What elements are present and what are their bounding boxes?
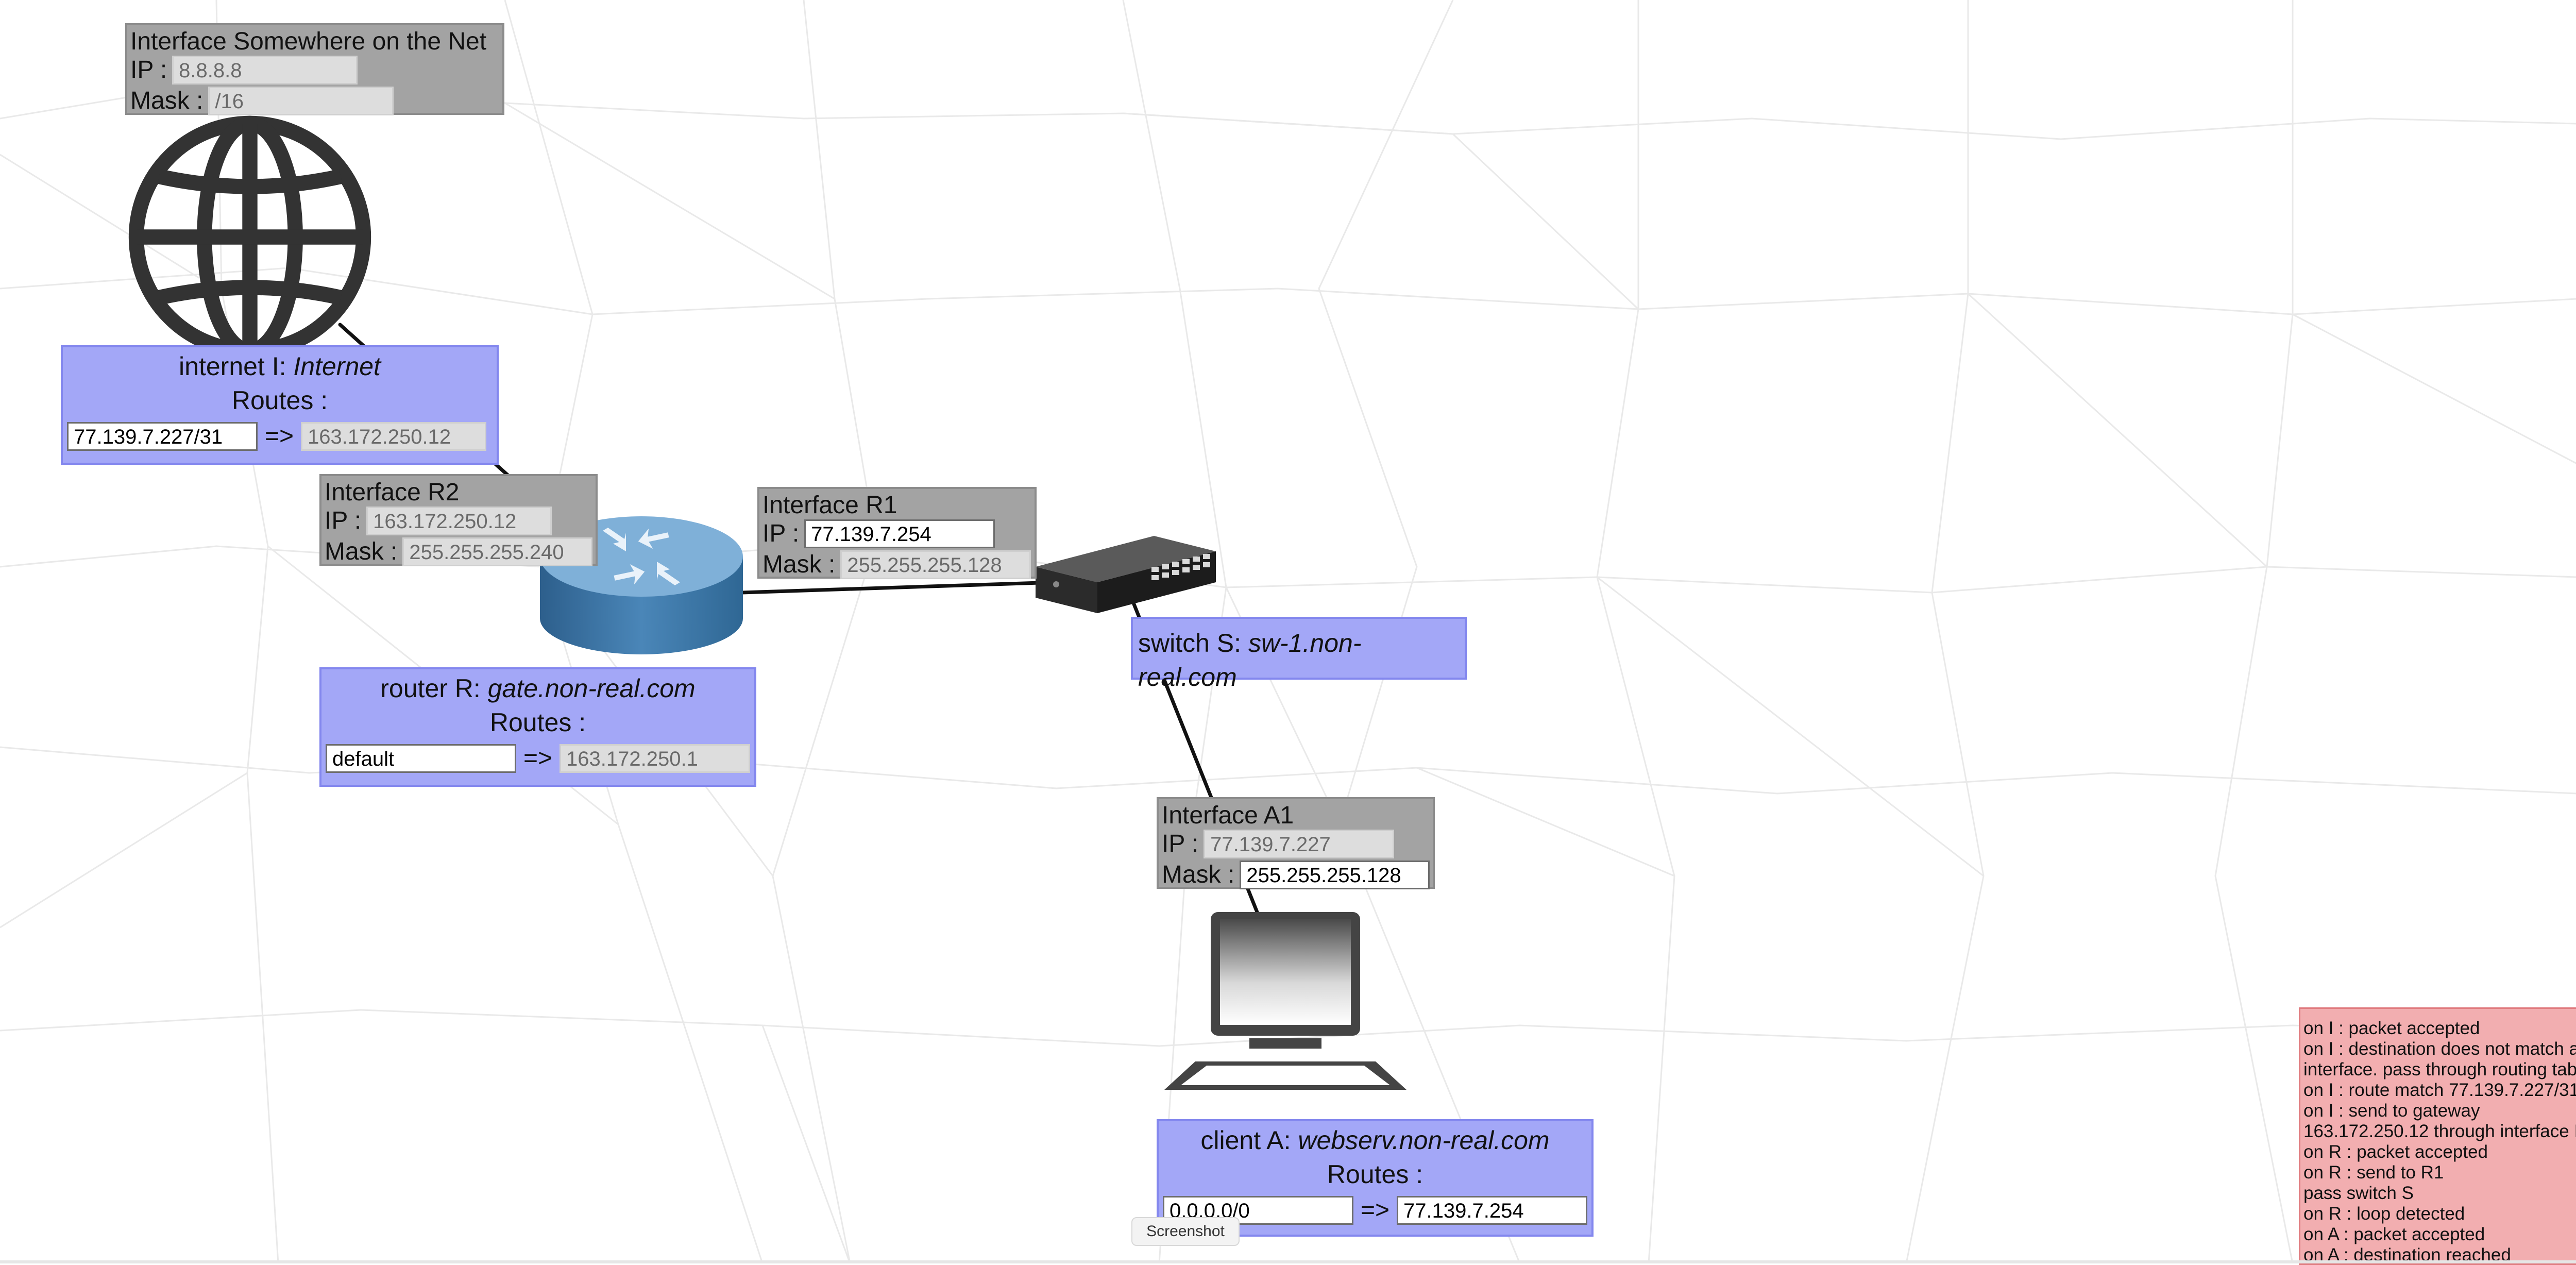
router-route-dest-field[interactable]: default: [326, 744, 516, 773]
client-node-name: webserv.non-real.com: [1298, 1126, 1550, 1155]
computer-icon[interactable]: [1159, 907, 1412, 1098]
interface-net-title: Interface Somewhere on the Net: [130, 28, 487, 55]
interface-a1-ip-label: IP :: [1162, 830, 1199, 857]
interface-a1-ip-field[interactable]: 77.139.7.227: [1204, 830, 1395, 858]
router-route-arrow: =>: [523, 745, 553, 772]
bottom-edge-bar: [0, 1260, 2576, 1263]
interface-r2-ip-field[interactable]: 163.172.250.12: [366, 507, 552, 535]
switch-node-title: switch S: sw-1.non-real.com: [1138, 629, 1362, 691]
screenshot-button[interactable]: Screenshot: [1131, 1217, 1240, 1246]
internet-route-arrow: =>: [265, 423, 294, 450]
log-line: on R : send to R1: [2303, 1162, 2444, 1183]
interface-r1-mask-label: Mask :: [762, 551, 836, 578]
log-line: on I : send to gateway: [2303, 1101, 2480, 1121]
router-node-name: gate.non-real.com: [487, 674, 696, 703]
packet-log-panel[interactable]: on I : packet accepted on I : destinatio…: [2299, 1007, 2576, 1265]
log-line: on I : destination does not match a: [2303, 1039, 2576, 1059]
interface-net-mask-label: Mask :: [130, 87, 204, 114]
internet-node-title: internet I: Internet: [179, 352, 381, 381]
interface-r1-title: Interface R1: [762, 492, 897, 519]
log-line: 163.172.250.12 through interface I: [2303, 1121, 2576, 1141]
interface-net[interactable]: Interface Somewhere on the Net IP : 8.8.…: [125, 23, 504, 115]
log-line: on I : route match 77.139.7.227/31: [2303, 1080, 2576, 1100]
internet-node[interactable]: internet I: Internet Routes : 77.139.7.2…: [61, 345, 499, 465]
router-node[interactable]: router R: gate.non-real.com Routes : def…: [319, 667, 756, 787]
link-router-switch: [740, 580, 1058, 595]
log-line: on A : packet accepted: [2303, 1224, 2485, 1244]
log-line: on R : loop detected: [2303, 1204, 2465, 1224]
interface-a1-mask-label: Mask :: [1162, 861, 1235, 888]
internet-node-name: Internet: [293, 352, 381, 381]
log-line: on I : packet accepted: [2303, 1018, 2480, 1038]
switch-node[interactable]: switch S: sw-1.non-real.com: [1131, 617, 1467, 691]
client-routes-label: Routes :: [1327, 1160, 1423, 1189]
interface-net-mask-field[interactable]: /16: [208, 87, 394, 115]
interface-r2-title: Interface R2: [325, 479, 460, 506]
interface-r1-ip-label: IP :: [762, 520, 800, 547]
interface-r2-mask-field[interactable]: 255.255.255.240: [402, 537, 592, 566]
interface-r2-ip-label: IP :: [325, 507, 362, 534]
router-route-gateway-field[interactable]: 163.172.250.1: [560, 744, 750, 773]
client-route-gateway-field[interactable]: 77.139.7.254: [1397, 1196, 1587, 1225]
interface-net-ip-field[interactable]: 8.8.8.8: [172, 56, 358, 85]
internet-route-gateway-field[interactable]: 163.172.250.12: [301, 422, 487, 451]
interface-r1-mask-field[interactable]: 255.255.255.128: [840, 550, 1031, 579]
interface-a1-title: Interface A1: [1162, 802, 1294, 829]
interface-net-ip-label: IP :: [130, 56, 167, 83]
client-node-title: client A: webserv.non-real.com: [1200, 1126, 1550, 1155]
internet-route-dest-field[interactable]: 77.139.7.227/31: [67, 422, 258, 451]
interface-r1-ip-field[interactable]: 77.139.7.254: [804, 519, 995, 548]
client-route-arrow: =>: [1360, 1196, 1390, 1224]
network-canvas[interactable]: Interface Somewhere on the Net IP : 8.8.…: [0, 0, 2576, 1265]
log-line: on R : packet accepted: [2303, 1142, 2488, 1162]
log-line: interface. pass through routing tabl: [2303, 1059, 2576, 1080]
network-switch-icon[interactable]: [1036, 531, 1216, 618]
internet-routes-label: Routes :: [231, 386, 328, 415]
interface-r1[interactable]: Interface R1 IP : 77.139.7.254 Mask : 25…: [757, 487, 1037, 579]
interface-a1[interactable]: Interface A1 IP : 77.139.7.227 Mask : 25…: [1157, 797, 1435, 889]
globe-icon[interactable]: [124, 111, 376, 363]
router-node-title: router R: gate.non-real.com: [380, 674, 696, 703]
interface-r2[interactable]: Interface R2 IP : 163.172.250.12 Mask : …: [319, 474, 598, 566]
interface-a1-mask-field[interactable]: 255.255.255.128: [1240, 861, 1430, 889]
interface-r2-mask-label: Mask :: [325, 538, 398, 565]
log-line: pass switch S: [2303, 1183, 2414, 1203]
router-routes-label: Routes :: [489, 708, 586, 737]
